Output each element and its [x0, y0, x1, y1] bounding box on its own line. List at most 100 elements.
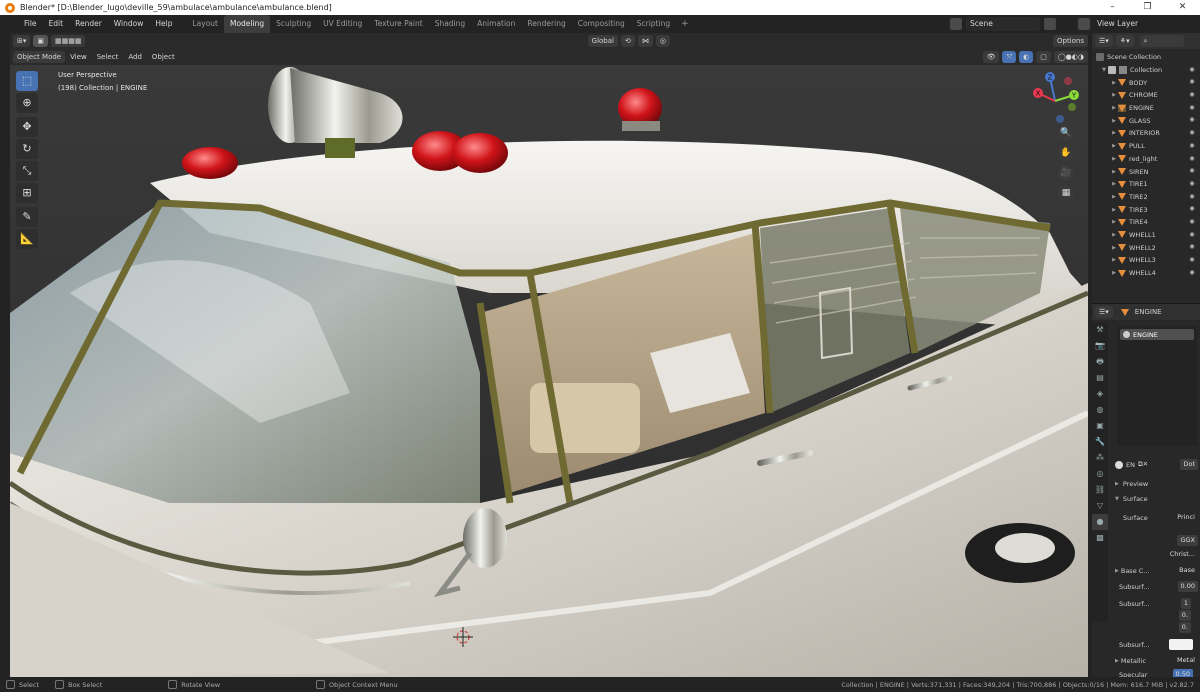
expand-arrow-icon[interactable]: ▶: [1110, 80, 1118, 86]
eye-icon[interactable]: ◉: [1188, 218, 1196, 226]
tab-sculpting[interactable]: Sculpting: [270, 15, 317, 33]
metallic-field[interactable]: Metal: [1174, 655, 1198, 666]
proportional-edit-icon[interactable]: ◎: [655, 35, 670, 47]
expand-arrow-icon[interactable]: ▶: [1110, 118, 1118, 124]
rotate-tool-icon[interactable]: ↻: [16, 139, 38, 159]
tab-modeling[interactable]: Modeling: [223, 15, 271, 33]
subsurface-color-swatch[interactable]: [1169, 639, 1193, 650]
texture-tab-icon[interactable]: ▩: [1092, 530, 1108, 546]
material-slot-list[interactable]: ENGINE: [1117, 326, 1197, 446]
expand-arrow-icon[interactable]: ▶: [1110, 143, 1118, 149]
outliner-object-row[interactable]: ▶ GLASS ◉: [1092, 114, 1200, 127]
output-tab-icon[interactable]: 🖶: [1092, 354, 1108, 370]
eye-icon[interactable]: ◉: [1188, 142, 1196, 150]
outliner-object-row[interactable]: ▶ WHELL4 ◉: [1092, 267, 1200, 280]
eye-icon[interactable]: ◉: [1188, 180, 1196, 188]
modifier-tab-icon[interactable]: 🔧: [1092, 434, 1108, 450]
menu-edit[interactable]: Edit: [43, 15, 70, 33]
close-button[interactable]: ✕: [1165, 0, 1200, 15]
properties-editor-type-button[interactable]: ☰▾: [1095, 306, 1113, 318]
expand-arrow-icon[interactable]: ▶: [1110, 270, 1118, 276]
expand-arrow-icon[interactable]: ▶: [1110, 169, 1118, 175]
eye-icon[interactable]: ◉: [1188, 116, 1196, 124]
object-mode-select[interactable]: Object Mode: [13, 51, 66, 63]
tab-texture-paint[interactable]: Texture Paint: [368, 15, 428, 33]
subsurface-field[interactable]: 0.00: [1177, 581, 1198, 592]
outliner-object-row[interactable]: ▶ TIRE4 ◉: [1092, 216, 1200, 229]
eye-icon[interactable]: ◉: [1188, 269, 1196, 277]
select-box-tool-icon[interactable]: ⬚: [16, 71, 38, 91]
view-layer-tab-icon[interactable]: ▤: [1092, 370, 1108, 386]
preview-panel-header[interactable]: ▶ Preview: [1109, 476, 1200, 491]
object-tab-icon[interactable]: ▣: [1092, 418, 1108, 434]
eye-icon[interactable]: ◉: [1188, 231, 1196, 239]
visibility-icon[interactable]: 👁: [982, 51, 1000, 63]
add-workspace-button[interactable]: +: [676, 19, 694, 29]
move-tool-icon[interactable]: ✥: [16, 117, 38, 137]
menu-render[interactable]: Render: [69, 15, 108, 33]
ortho-toggle-icon[interactable]: ▦: [1058, 185, 1074, 201]
transform-orientation-select[interactable]: Global: [587, 35, 618, 47]
subsurface-method-select[interactable]: Christ...: [1166, 549, 1198, 560]
expand-arrow-icon[interactable]: ▶: [1110, 219, 1118, 225]
eye-icon[interactable]: ◉: [1188, 104, 1196, 112]
render-tab-icon[interactable]: 📷: [1092, 338, 1108, 354]
object-data-tab-icon[interactable]: ▽: [1092, 498, 1108, 514]
outliner-object-row[interactable]: ▶ BODY ◉: [1092, 76, 1200, 89]
tab-animation[interactable]: Animation: [471, 15, 521, 33]
axis-gizmo-icon[interactable]: Z Y X: [1030, 71, 1080, 131]
checkbox-icon[interactable]: [1108, 66, 1116, 75]
tab-shading[interactable]: Shading: [429, 15, 471, 33]
expand-arrow-icon[interactable]: ▶: [1110, 257, 1118, 263]
outliner-object-row[interactable]: ▶ TIRE3 ◉: [1092, 203, 1200, 216]
expand-arrow-icon[interactable]: ▶: [1110, 194, 1118, 200]
outliner-object-row[interactable]: ▶ INTERIOR ◉: [1092, 127, 1200, 140]
world-tab-icon[interactable]: ◍: [1092, 402, 1108, 418]
outliner-object-row[interactable]: ▶ WHELL3 ◉: [1092, 254, 1200, 267]
expand-arrow-icon[interactable]: ▶: [1110, 130, 1118, 136]
surface-panel-header[interactable]: ▼ Surface: [1109, 491, 1200, 506]
snap-icon[interactable]: ⋈: [637, 35, 653, 47]
material-name-field[interactable]: EN: [1126, 461, 1135, 469]
particles-tab-icon[interactable]: ⁂: [1092, 450, 1108, 466]
shading-modes-icon[interactable]: ◯●◐◑: [1053, 51, 1088, 63]
base-color-field[interactable]: Base: [1176, 565, 1198, 576]
select-mode-buttons[interactable]: ▦▦▦▦: [51, 35, 86, 47]
3d-viewport[interactable]: ⊞▾ ▣ ▦▦▦▦ Global ⟲ ⋈ ◎ Options Object Mo…: [10, 33, 1088, 677]
viewport-scene[interactable]: [10, 33, 1088, 677]
expand-arrow-icon[interactable]: ▶: [1110, 245, 1118, 251]
expand-arrow-icon[interactable]: ▼: [1100, 67, 1108, 73]
outliner-object-row[interactable]: ▶ TIRE2 ◉: [1092, 191, 1200, 204]
outliner-object-row[interactable]: ▶ CHROME ◉: [1092, 89, 1200, 102]
select-menu[interactable]: Select: [92, 53, 124, 61]
outliner-editor-type-button[interactable]: ☰▾: [1095, 35, 1113, 47]
new-scene-icon[interactable]: [1044, 18, 1056, 30]
xray-toggle-icon[interactable]: ▢: [1036, 51, 1051, 63]
scene-tab-icon[interactable]: ◈: [1092, 386, 1108, 402]
pivot-icon[interactable]: ⟲: [621, 35, 635, 47]
overlay-toggle-icon[interactable]: ◐: [1019, 51, 1034, 63]
navigation-gizmo[interactable]: Z Y X: [1030, 71, 1080, 131]
eye-icon[interactable]: ◉: [1188, 205, 1196, 213]
eye-icon[interactable]: ◉: [1188, 155, 1196, 163]
options-button[interactable]: Options: [1052, 35, 1088, 47]
pan-hand-icon[interactable]: ✋: [1058, 145, 1074, 161]
expand-arrow-icon[interactable]: ▶: [1110, 105, 1118, 111]
eye-icon[interactable]: ◉: [1188, 78, 1196, 86]
menu-file[interactable]: File: [18, 15, 43, 33]
view-layer-icon[interactable]: [1078, 18, 1090, 30]
cursor-tool-icon[interactable]: ⊕: [16, 93, 38, 113]
minimize-button[interactable]: –: [1095, 0, 1130, 15]
display-mode-button[interactable]: ⚘▾: [1115, 35, 1134, 47]
eye-icon[interactable]: ◉: [1188, 167, 1196, 175]
measure-tool-icon[interactable]: 📐: [16, 229, 38, 249]
select-tool-icon[interactable]: ▣: [33, 35, 49, 47]
tab-scripting[interactable]: Scripting: [631, 15, 676, 33]
dot-selector[interactable]: Dot: [1180, 459, 1198, 470]
outliner-search-input[interactable]: ⌕: [1139, 35, 1184, 47]
view-layer-selector[interactable]: View Layer: [1094, 17, 1184, 31]
eye-icon[interactable]: ◉: [1188, 129, 1196, 137]
outliner-object-row[interactable]: ▶ TIRE1 ◉: [1092, 178, 1200, 191]
transform-tool-icon[interactable]: ⊞: [16, 183, 38, 203]
eye-icon[interactable]: ◉: [1188, 66, 1196, 74]
